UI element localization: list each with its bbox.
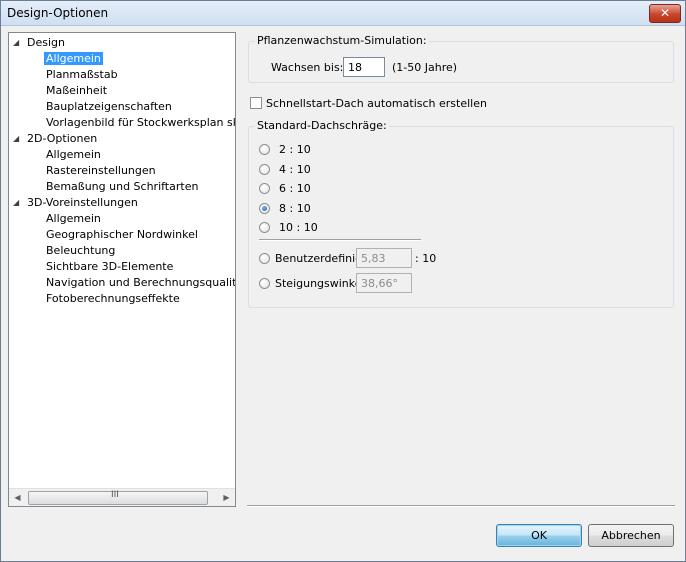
growth-group-label: Pflanzenwachstum-Simulation: xyxy=(255,34,429,47)
tree-item-label: Allgemein xyxy=(46,212,101,225)
tree-item-label: Fotoberechnungseffekte xyxy=(46,292,180,305)
pitch-option-label[interactable]: 8 : 10 xyxy=(279,201,311,216)
pitch-option-label[interactable]: 2 : 10 xyxy=(279,142,311,157)
tree-item[interactable]: Beleuchtung xyxy=(46,243,115,259)
title-bar[interactable]: Design-Optionen ✕ xyxy=(1,1,685,26)
quickstart-label[interactable]: Schnellstart-Dach automatisch erstellen xyxy=(266,96,487,111)
cancel-button[interactable]: Abbrechen xyxy=(588,524,674,547)
tree-item-label: Allgemein xyxy=(46,148,101,161)
pitch-separator xyxy=(259,239,421,241)
custom-value-input[interactable]: 5,83 xyxy=(356,248,412,268)
tree-item[interactable]: ◢ Design xyxy=(13,35,65,51)
tree-item-label: Maßeinheit xyxy=(46,84,108,97)
pitch-radio[interactable] xyxy=(259,144,270,155)
tree-item[interactable]: Rastereinstellungen xyxy=(46,163,156,179)
tree-item[interactable]: Allgemein xyxy=(46,147,101,163)
pitch-group: Standard-Dachschräge: 2 : 10 4 : 10 6 : 10… xyxy=(248,119,674,308)
pitch-option-label[interactable]: 4 : 10 xyxy=(279,162,311,177)
custom-radio[interactable] xyxy=(259,253,270,264)
tree-item-label: Beleuchtung xyxy=(46,244,116,257)
pitch-radio[interactable] xyxy=(259,222,270,233)
footer-separator xyxy=(247,505,675,507)
close-button[interactable]: ✕ xyxy=(649,4,681,23)
close-icon: ✕ xyxy=(659,6,671,20)
pitch-option-label[interactable]: 6 : 10 xyxy=(279,181,311,196)
scroll-grip-icon: III xyxy=(111,490,119,500)
scroll-left-icon[interactable]: ◀ xyxy=(9,489,26,506)
tree-item-label: Allgemein xyxy=(44,52,103,65)
tree-item-label: Design xyxy=(27,36,65,49)
tree-item-label: Planmaßstab xyxy=(46,68,118,81)
tree-item[interactable]: Sichtbare 3D-Elemente xyxy=(46,259,173,275)
tree-item-label: Geographischer Nordwinkel xyxy=(46,228,198,241)
growth-group: Pflanzenwachstum-Simulation: Wachsen bis… xyxy=(248,34,674,83)
angle-radio[interactable] xyxy=(259,278,270,289)
dialog-window: Design-Optionen ✕ ◢ Design Allgemein Planma… xyxy=(0,0,686,562)
tree-item[interactable]: Planmaßstab xyxy=(46,67,118,83)
scroll-right-icon[interactable]: ▶ xyxy=(218,489,235,506)
pitch-radio[interactable] xyxy=(259,163,270,175)
tree-item[interactable]: Allgemein xyxy=(44,51,103,67)
expand-toggle-icon[interactable]: ◢ xyxy=(13,195,19,211)
ok-button[interactable]: OK xyxy=(496,524,582,547)
tree-item[interactable]: Maßeinheit xyxy=(46,83,107,99)
tree-item[interactable]: Geographischer Nordwinkel xyxy=(46,227,198,243)
expand-toggle-icon[interactable]: ◢ xyxy=(13,35,19,51)
tree-item[interactable]: Navigation und Berechnungsqualität xyxy=(46,275,236,291)
growth-input[interactable]: 18 xyxy=(343,57,385,77)
angle-label[interactable]: Steigungswinkel xyxy=(275,276,365,291)
tree-item-label: 3D-Voreinstellungen xyxy=(27,196,138,209)
angle-value-input[interactable]: 38,66° xyxy=(356,273,412,293)
tree-item[interactable]: ◢ 3D-Voreinstellungen xyxy=(13,195,138,211)
tree-item[interactable]: Bauplatzeigenschaften xyxy=(46,99,172,115)
tree-item[interactable]: ◢ 2D-Optionen xyxy=(13,131,98,147)
growth-hint: (1-50 Jahre) xyxy=(392,61,458,74)
tree-item-label: Navigation und Berechnungsqualität xyxy=(46,276,236,289)
tree-item-label: Sichtbare 3D-Elemente xyxy=(46,260,174,273)
custom-suffix: : 10 xyxy=(415,252,437,265)
tree-item[interactable]: Fotoberechnungseffekte xyxy=(46,291,180,307)
expand-toggle-icon[interactable]: ◢ xyxy=(13,131,19,147)
scroll-thumb[interactable]: III xyxy=(28,490,208,505)
pitch-group-label: Standard-Dachschräge: xyxy=(255,119,389,132)
tree-horizontal-scrollbar[interactable]: ◀ III ▶ xyxy=(9,488,235,506)
pitch-radio[interactable] xyxy=(259,183,270,194)
growth-label: Wachsen bis: xyxy=(271,61,344,74)
tree-item-label: Rastereinstellungen xyxy=(46,164,156,177)
tree-item-label: 2D-Optionen xyxy=(27,132,98,145)
tree-item[interactable]: Vorlagenbild für Stockwerksplan skaliere… xyxy=(46,115,235,131)
pitch-option-label[interactable]: 10 : 10 xyxy=(279,220,318,235)
window-title: Design-Optionen xyxy=(7,6,109,20)
options-tree[interactable]: ◢ Design Allgemein Planmaßstab Maßeinheit Bau… xyxy=(8,32,236,507)
quickstart-checkbox[interactable] xyxy=(250,97,262,109)
tree-item[interactable]: Allgemein xyxy=(46,211,101,227)
tree-item[interactable]: Bemaßung und Schriftarten xyxy=(46,179,198,195)
tree-item-label: Vorlagenbild für Stockwerksplan skaliere… xyxy=(46,116,235,129)
pitch-radio[interactable] xyxy=(259,202,270,214)
tree-item-label: Bemaßung und Schriftarten xyxy=(46,180,199,193)
tree-item-label: Bauplatzeigenschaften xyxy=(46,100,172,113)
